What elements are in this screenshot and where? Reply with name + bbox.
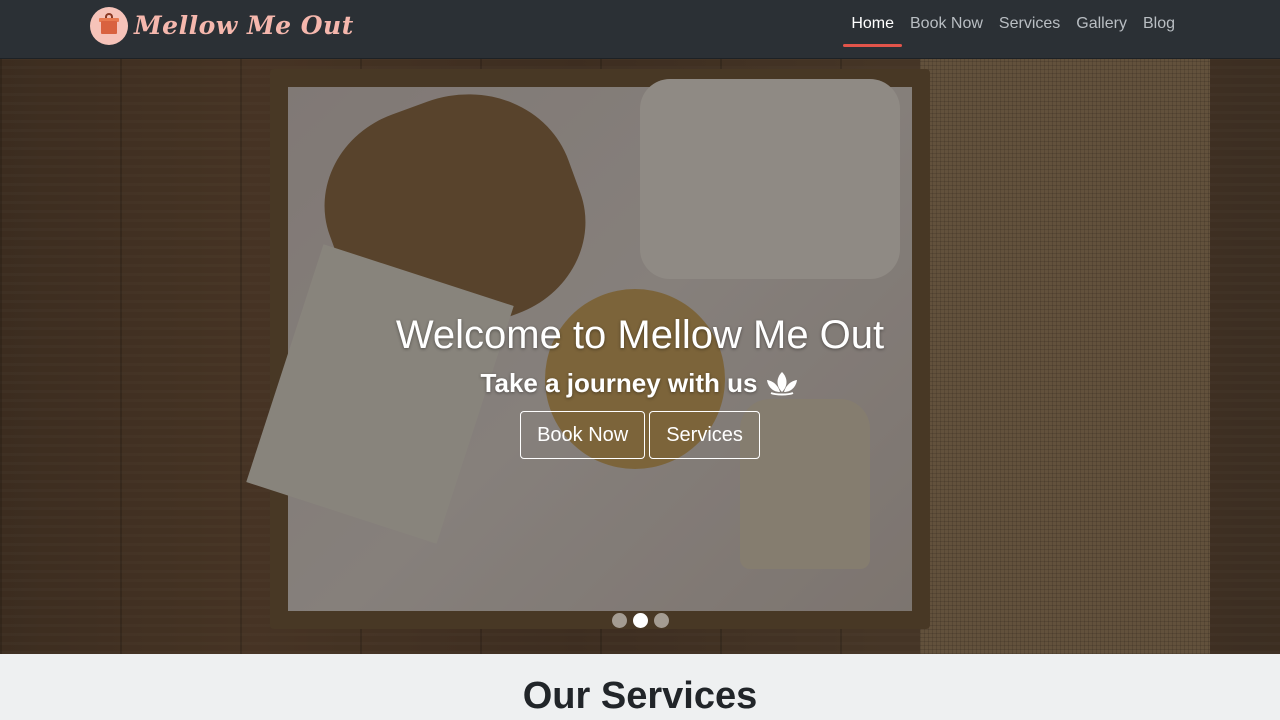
services-section-title: Our Services (522, 675, 758, 717)
carousel-indicator-2[interactable] (632, 613, 648, 628)
hero-carousel: Welcome to Mellow Me Out Take a journey … (0, 59, 1280, 654)
hero-title: Welcome to Mellow Me Out (395, 313, 885, 357)
nav-item-gallery[interactable]: Gallery (1068, 0, 1135, 48)
brand-name: Mellow Me Out (134, 11, 354, 40)
hero-book-now-button[interactable]: Book Now (520, 411, 646, 459)
lotus-icon (767, 372, 798, 396)
carousel-indicator-1[interactable] (611, 613, 627, 628)
hero-services-button[interactable]: Services (649, 411, 760, 459)
navbar: Mellow Me Out Home Book Now Services Gal… (0, 0, 1280, 59)
nav-item-home[interactable]: Home (843, 0, 902, 48)
nav-item-services[interactable]: Services (991, 0, 1068, 48)
carousel-indicators (0, 613, 1280, 628)
nav-links: Home Book Now Services Gallery Blog (843, 0, 1183, 48)
hero-subtitle: Take a journey with us (480, 368, 758, 398)
hero-caption: Welcome to Mellow Me Out Take a journey … (0, 309, 1280, 459)
brand-link[interactable]: Mellow Me Out (90, 7, 354, 45)
hero-subtitle-row: Take a journey with us (0, 363, 1280, 403)
carousel-indicator-3[interactable] (653, 613, 669, 628)
gift-box-logo-icon (90, 7, 128, 45)
nav-item-book-now[interactable]: Book Now (902, 0, 991, 48)
nav-item-blog[interactable]: Blog (1135, 0, 1183, 48)
hero-cta-row: Book Now Services (0, 411, 1280, 459)
